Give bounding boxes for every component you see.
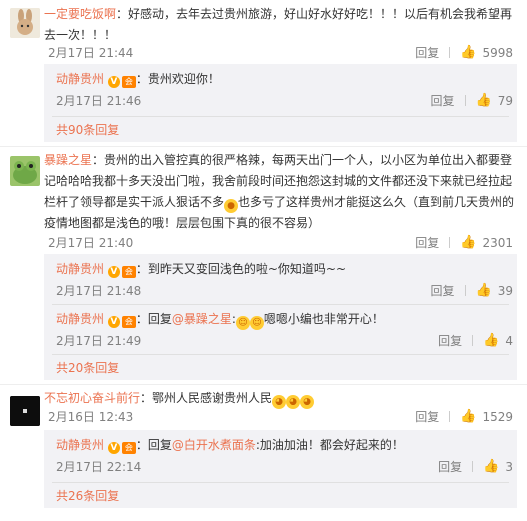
comment-username[interactable]: 暴躁之星	[44, 153, 92, 167]
reply-time: 2月17日 21:46	[56, 94, 142, 108]
thumbs-up-icon: 👍	[460, 409, 477, 424]
reply-button[interactable]: 回复	[415, 44, 439, 61]
like-button[interactable]: 👍 4	[483, 333, 513, 348]
comment-text: ：鄂州人民感谢贵州人民	[140, 391, 273, 405]
like-button[interactable]: 👍 5998	[460, 45, 513, 60]
reply-text: ：贵州欢迎你！	[135, 72, 220, 86]
divider	[449, 47, 451, 58]
verified-icon: V	[107, 442, 120, 454]
divider	[449, 411, 451, 422]
emoji-icon: ●	[224, 199, 239, 213]
reply-text-prefix: ：回复	[135, 312, 172, 326]
comment-username[interactable]: 不忘初心奋斗前行	[44, 391, 140, 405]
emoji-icon: ◕	[300, 395, 315, 409]
divider	[464, 285, 466, 296]
black-avatar-icon	[10, 396, 40, 426]
comment-time: 2月17日 21:40	[48, 236, 134, 250]
comment-time: 2月17日 21:44	[48, 46, 134, 60]
divider	[52, 304, 509, 305]
reply-box: 动静贵州 V 会：贵州欢迎你！ 2月17日 21:46 回复 👍 79 共90条回复	[44, 64, 517, 142]
reply-button[interactable]: 回复	[415, 408, 439, 425]
like-count: 39	[497, 283, 513, 298]
reply-box: 动静贵州 V 会：到昨天又变回浅色的啦~你知道吗~~ 2月17日 21:48 回复…	[44, 254, 517, 380]
reply-username[interactable]: 动静贵州	[56, 312, 104, 326]
reply-time: 2月17日 21:49	[56, 334, 142, 348]
avatar[interactable]	[10, 156, 40, 186]
reply-username[interactable]: 动静贵州	[56, 72, 104, 86]
reply-button[interactable]: 回复	[438, 458, 462, 475]
member-icon: 会	[121, 266, 136, 278]
thumbs-up-icon: 👍	[460, 45, 477, 60]
like-button[interactable]: 👍 3	[483, 459, 513, 474]
verified-icon: V	[107, 316, 120, 328]
verified-icon: V	[107, 266, 120, 278]
verified-icon: V	[107, 76, 120, 88]
avatar[interactable]	[10, 8, 40, 38]
more-replies-link[interactable]: 共90条回复	[56, 121, 119, 138]
reply-time: 2月17日 22:14	[56, 460, 142, 474]
comment-divider	[0, 384, 527, 385]
avatar[interactable]	[10, 396, 40, 426]
emoji-icon: ☺	[235, 316, 250, 330]
thumbs-up-icon: 👍	[475, 283, 492, 298]
divider	[52, 116, 509, 117]
reply-text: :加油加油！都会好起来的！	[255, 438, 404, 452]
more-replies-link[interactable]: 共20条回复	[56, 359, 119, 376]
mention-link[interactable]: @白开水煮面条	[172, 438, 256, 452]
divider	[464, 95, 466, 106]
like-count: 4	[505, 333, 513, 348]
mention-link[interactable]: @暴躁之星	[172, 312, 232, 326]
reply-text: ：到昨天又变回浅色的啦~你知道吗~~	[135, 262, 347, 276]
like-button[interactable]: 👍 79	[476, 93, 513, 108]
like-button[interactable]: 👍 2301	[460, 235, 513, 250]
comment-time: 2月16日 12:43	[48, 410, 134, 424]
thumbs-up-icon: 👍	[483, 459, 500, 474]
like-button[interactable]: 👍 39	[476, 283, 513, 298]
reply-username[interactable]: 动静贵州	[56, 262, 104, 276]
reply-box: 动静贵州 V 会：回复@白开水煮面条:加油加油！都会好起来的！ 2月17日 22:…	[44, 430, 517, 508]
like-count: 1529	[482, 409, 513, 424]
reply-button[interactable]: 回复	[438, 332, 462, 349]
reply-button[interactable]: 回复	[431, 92, 455, 109]
rabbit-avatar-icon	[10, 8, 40, 38]
reply-time: 2月17日 21:48	[56, 284, 142, 298]
emoji-icon: ☺	[249, 316, 264, 330]
thumbs-up-icon: 👍	[475, 93, 492, 108]
emoji-icon: ◕	[272, 395, 287, 409]
reply-text-prefix: ：回复	[135, 438, 172, 452]
reply-button[interactable]: 回复	[415, 234, 439, 251]
divider	[449, 237, 451, 248]
divider	[52, 354, 509, 355]
member-icon: 会	[121, 76, 136, 88]
divider	[52, 482, 509, 483]
like-button[interactable]: 👍 1529	[460, 409, 513, 424]
divider	[472, 461, 474, 472]
like-count: 79	[497, 93, 513, 108]
thumbs-up-icon: 👍	[460, 235, 477, 250]
like-count: 5998	[482, 45, 513, 60]
reply-text-suffix: 嗯嗯小编也非常开心！	[263, 312, 384, 326]
divider	[472, 335, 474, 346]
like-count: 3	[505, 459, 513, 474]
emoji-icon: ◕	[286, 395, 301, 409]
member-icon: 会	[121, 316, 136, 328]
reply-button[interactable]: 回复	[431, 282, 455, 299]
reply-username[interactable]: 动静贵州	[56, 438, 104, 452]
comment-divider	[0, 146, 527, 147]
frog-avatar-icon	[10, 156, 40, 186]
comment-username[interactable]: 一定要吃饭啊	[44, 7, 116, 21]
more-replies-link[interactable]: 共26条回复	[56, 487, 119, 504]
thumbs-up-icon: 👍	[483, 333, 500, 348]
like-count: 2301	[482, 235, 513, 250]
member-icon: 会	[121, 442, 136, 454]
